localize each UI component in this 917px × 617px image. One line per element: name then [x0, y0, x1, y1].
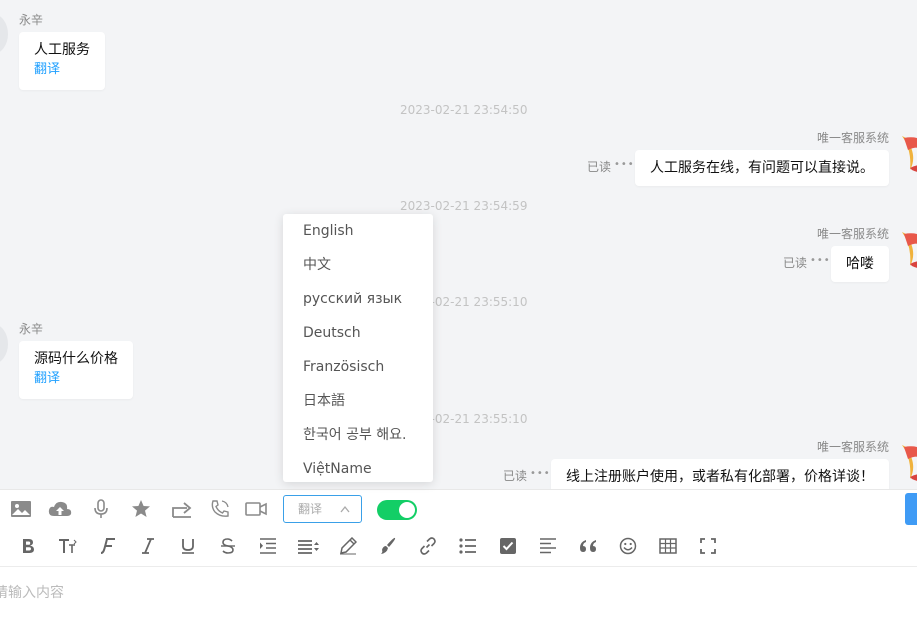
select-value: 翻译 — [298, 502, 323, 516]
chat-toolbar: 翻译 — [0, 489, 917, 527]
microphone-icon[interactable] — [89, 498, 113, 520]
more-options-icon[interactable]: ••• — [614, 159, 635, 170]
read-status: 已读 — [503, 469, 528, 483]
bold-icon[interactable] — [17, 535, 39, 557]
translate-language-select[interactable]: 翻译 — [283, 495, 362, 523]
message-bubble: 线上注册账户使用，或者私有化部署，价格详谈！ — [551, 459, 889, 489]
language-option[interactable]: русский язык — [283, 282, 433, 316]
read-status: 已读 — [587, 160, 612, 174]
agent-avatar-icon — [902, 445, 917, 481]
underline-icon[interactable] — [177, 535, 199, 557]
message-text: 人工服务 — [34, 42, 90, 58]
message-bubble: 人工服务 翻译 — [19, 32, 105, 90]
message-input[interactable]: 请输入内容 — [0, 568, 917, 617]
more-options-icon[interactable]: ••• — [530, 468, 551, 479]
message-timestamp: 2023-02-21 23:54:50 — [400, 103, 528, 117]
customer-avatar — [0, 324, 8, 364]
language-option[interactable]: ViệtName — [283, 452, 433, 482]
message-text: 哈喽 — [846, 256, 874, 272]
message-bubble: 哈喽 — [831, 246, 889, 282]
pen-color-icon[interactable] — [337, 535, 359, 557]
chat-message-list[interactable]: 永辛 人工服务 翻译 2023-02-21 23:54:50 唯一客服系统 已读… — [0, 0, 917, 489]
link-icon[interactable] — [417, 535, 439, 557]
italic-icon[interactable] — [137, 535, 159, 557]
auto-translate-toggle[interactable] — [377, 500, 417, 520]
chevron-up-icon — [339, 496, 351, 531]
agent-avatar-icon — [902, 136, 917, 172]
sender-name: 唯一客服系统 — [817, 131, 890, 145]
message-timestamp: 2023-02-21 23:54:59 — [400, 199, 528, 213]
emoji-icon[interactable] — [617, 535, 639, 557]
translate-link[interactable]: 翻译 — [34, 60, 90, 80]
bullet-list-icon[interactable] — [457, 535, 479, 557]
image-icon[interactable] — [9, 498, 33, 520]
brush-icon[interactable] — [377, 535, 399, 557]
sender-name: 唯一客服系统 — [817, 440, 890, 454]
message-text: 源码什么价格 — [34, 351, 118, 367]
table-icon[interactable] — [657, 535, 679, 557]
input-placeholder: 请输入内容 — [0, 585, 64, 601]
sender-name: 唯一客服系统 — [817, 227, 890, 241]
send-button[interactable] — [905, 493, 917, 525]
language-option[interactable]: Französisch — [283, 350, 433, 384]
editor-toolbar — [0, 527, 917, 567]
read-status: 已读 — [783, 256, 808, 270]
language-option[interactable]: Deutsch — [283, 316, 433, 350]
strikethrough-icon[interactable] — [217, 535, 239, 557]
toggle-knob — [399, 502, 415, 518]
quote-icon[interactable] — [577, 535, 599, 557]
language-option[interactable]: English — [283, 214, 433, 248]
fullscreen-icon[interactable] — [697, 535, 719, 557]
language-dropdown[interactable]: English 中文 русский язык Deutsch Französi… — [283, 214, 433, 482]
line-height-icon[interactable] — [297, 535, 319, 557]
language-option[interactable]: 한국어 공부 해요. — [283, 418, 433, 452]
indent-icon[interactable] — [257, 535, 279, 557]
cloud-upload-icon[interactable] — [48, 498, 72, 520]
checkbox-icon[interactable] — [497, 535, 519, 557]
phone-call-icon[interactable] — [208, 498, 232, 520]
language-option[interactable]: 日本語 — [283, 384, 433, 418]
text-size-icon[interactable] — [57, 535, 79, 557]
message-text: 线上注册账户使用，或者私有化部署，价格详谈！ — [566, 469, 874, 485]
font-family-icon[interactable] — [97, 535, 119, 557]
sender-name: 永辛 — [19, 322, 44, 336]
agent-avatar-icon — [902, 232, 917, 268]
star-icon[interactable] — [129, 498, 153, 520]
message-text: 人工服务在线，有问题可以直接说。 — [650, 160, 874, 176]
message-bubble: 源码什么价格 翻译 — [19, 341, 133, 399]
language-option[interactable]: 中文 — [283, 248, 433, 282]
message-bubble: 人工服务在线，有问题可以直接说。 — [635, 150, 889, 186]
more-options-icon[interactable]: ••• — [810, 255, 831, 266]
share-icon[interactable] — [170, 498, 194, 520]
customer-avatar — [0, 14, 8, 54]
translate-link[interactable]: 翻译 — [34, 369, 118, 389]
align-left-icon[interactable] — [537, 535, 559, 557]
sender-name: 永辛 — [19, 13, 44, 27]
video-call-icon[interactable] — [244, 498, 268, 520]
